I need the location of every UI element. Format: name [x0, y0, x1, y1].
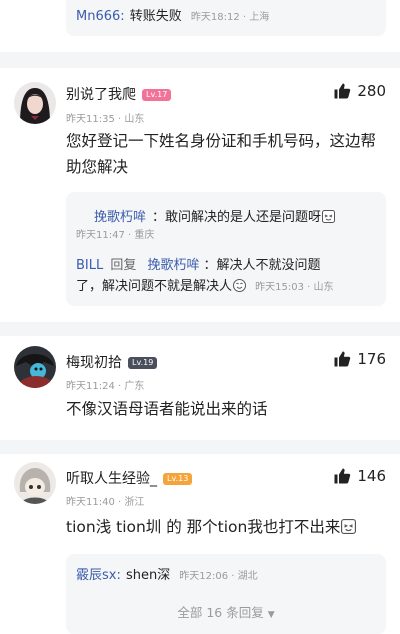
thumbs-up-icon [334, 468, 351, 484]
level-badge: Lv.17 [142, 89, 172, 101]
reply-username[interactable]: BILL [76, 258, 103, 273]
reply-word: 回复 [110, 258, 137, 273]
comment-text: 您好登记一下姓名身份证和手机号码，这边帮助您解决 [66, 132, 377, 176]
divider [0, 52, 400, 68]
divider [0, 322, 400, 336]
comment-text-body: tion浅 tion圳 的 那个tion我也打不出来 [66, 518, 341, 536]
comment-username[interactable]: 别说了我爬 Lv.17 [66, 84, 172, 104]
username-text[interactable]: 梅现初拾 [66, 355, 122, 371]
reply-meta: 昨天18:12 · 上海 [190, 12, 270, 23]
reply-item[interactable]: 霰辰sx: shen深 昨天12:06 · 湖北 [76, 564, 258, 583]
username-text[interactable]: 听取人生经验_ [66, 471, 157, 487]
view-all-replies-label: 全部 16 条回复 [177, 605, 264, 620]
reply-username[interactable]: Mn666: [76, 9, 125, 24]
thumbs-up-icon [334, 83, 351, 99]
like-count: 146 [357, 467, 386, 485]
comment-text: 不像汉语母语者能说出来的话 [66, 400, 268, 418]
caret-down-icon: ▼ [267, 610, 275, 620]
like-button[interactable]: 146 [333, 467, 386, 485]
reply-box: 霰辰sx: shen深 昨天12:06 · 湖北 全部 16 条回复 ▼ [66, 554, 386, 634]
reply-meta: 昨天15:03 · 山东 [255, 282, 334, 293]
reply-text: 了，解决问题不就是解决人 [76, 279, 233, 294]
like-button[interactable]: 280 [333, 82, 386, 100]
divider [0, 440, 400, 454]
comment-meta: 昨天11:40 · 浙江 [66, 497, 145, 508]
reply-to-username[interactable]: 挽歌朽哞 [147, 258, 199, 273]
reply-item[interactable]: 挽歌朽哞 ：敢问解决的是人还是问题呀 [94, 206, 336, 225]
comment-meta: 昨天11:24 · 广东 [66, 381, 145, 392]
avatar[interactable] [14, 462, 56, 504]
thumbs-up-icon [334, 351, 351, 367]
level-badge: Lv.13 [163, 473, 193, 485]
like-button[interactable]: 176 [333, 350, 386, 368]
reply-box: 挽歌朽哞 ：敢问解决的是人还是问题呀 昨天11:47 · 重庆 BILL 回复 挽… [66, 192, 386, 306]
reply-text: 解决人不就没问题 [216, 258, 321, 273]
reply-meta: 昨天11:47 · 重庆 [76, 230, 155, 241]
username-text[interactable]: 别说了我爬 [66, 87, 136, 103]
reply-item[interactable]: Mn666: 转账失败 昨天18:12 · 上海 [76, 5, 269, 24]
view-all-replies-button[interactable]: 全部 16 条回复 ▼ [66, 602, 386, 621]
reply-text: 敢问解决的是人还是问题呀 [165, 210, 322, 225]
reply-box: Mn666: 转账失败 昨天18:12 · 上海 [66, 0, 386, 36]
comment-text: tion浅 tion圳 的 那个tion我也打不出来 [66, 514, 386, 540]
level-badge: Lv.19 [128, 357, 158, 369]
reply-item[interactable]: BILL 回复 挽歌朽哞 ：解决人不就没问题 [76, 254, 321, 273]
laugh-emoji-icon [322, 208, 336, 223]
reply-username[interactable]: 挽歌朽哞 [94, 210, 146, 225]
avatar[interactable] [14, 82, 56, 124]
comment-username[interactable]: 梅现初拾 Lv.19 [66, 352, 158, 372]
reply-username[interactable]: 霰辰sx: [76, 568, 121, 583]
comment-meta: 昨天11:35 · 山东 [66, 114, 145, 125]
reply-item-line2: 了，解决问题不就是解决人 昨天15:03 · 山东 [76, 275, 333, 294]
like-count: 280 [357, 82, 386, 100]
reply-text: shen深 [125, 568, 171, 583]
reply-meta: 昨天12:06 · 湖北 [179, 571, 258, 582]
comment-username[interactable]: 听取人生经验_ Lv.13 [66, 468, 193, 488]
reply-text: 转账失败 [129, 9, 182, 24]
smile-emoji-icon [233, 277, 247, 292]
like-count: 176 [357, 350, 386, 368]
avatar[interactable] [14, 346, 56, 388]
laugh-emoji-icon [341, 516, 357, 534]
